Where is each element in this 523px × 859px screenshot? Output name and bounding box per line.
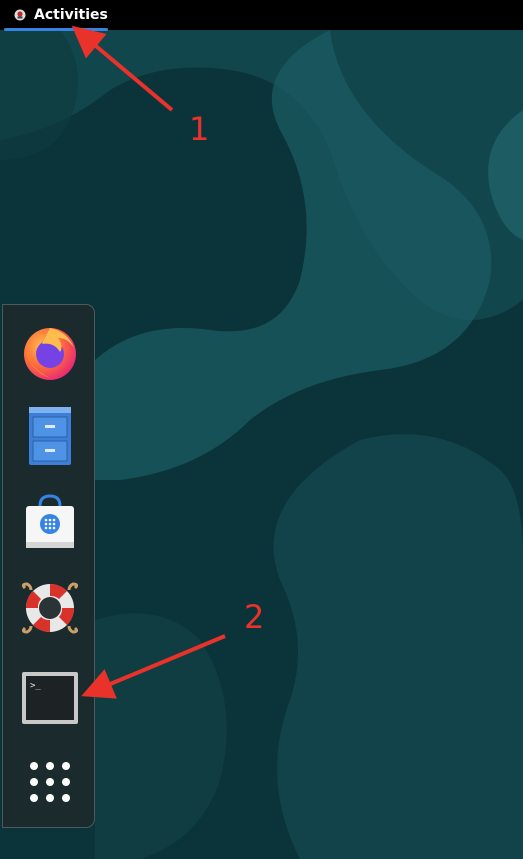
activities-button[interactable]: Activities	[6, 0, 116, 30]
activities-indicator	[4, 28, 108, 31]
software-store-icon	[26, 494, 74, 548]
terminal-icon: >_	[22, 672, 78, 724]
dock-item-terminal[interactable]: >_	[17, 665, 83, 731]
dock: >_	[2, 304, 95, 828]
firefox-icon	[24, 328, 76, 380]
dock-item-files[interactable]	[17, 403, 83, 469]
annotation-label-1: 1	[189, 110, 210, 148]
show-applications-button[interactable]	[17, 749, 83, 815]
app-grid-icon	[30, 762, 70, 802]
file-cabinet-icon	[29, 407, 71, 465]
svg-text:>_: >_	[30, 681, 41, 691]
dock-item-software[interactable]	[17, 489, 83, 555]
dock-item-help[interactable]	[17, 575, 83, 641]
annotation-label-2: 2	[244, 598, 265, 636]
dock-item-firefox[interactable]	[17, 319, 83, 385]
lifebuoy-icon	[21, 582, 79, 634]
activities-label: Activities	[34, 7, 108, 23]
top-bar: Activities	[0, 0, 523, 31]
os-logo-icon	[14, 9, 26, 21]
